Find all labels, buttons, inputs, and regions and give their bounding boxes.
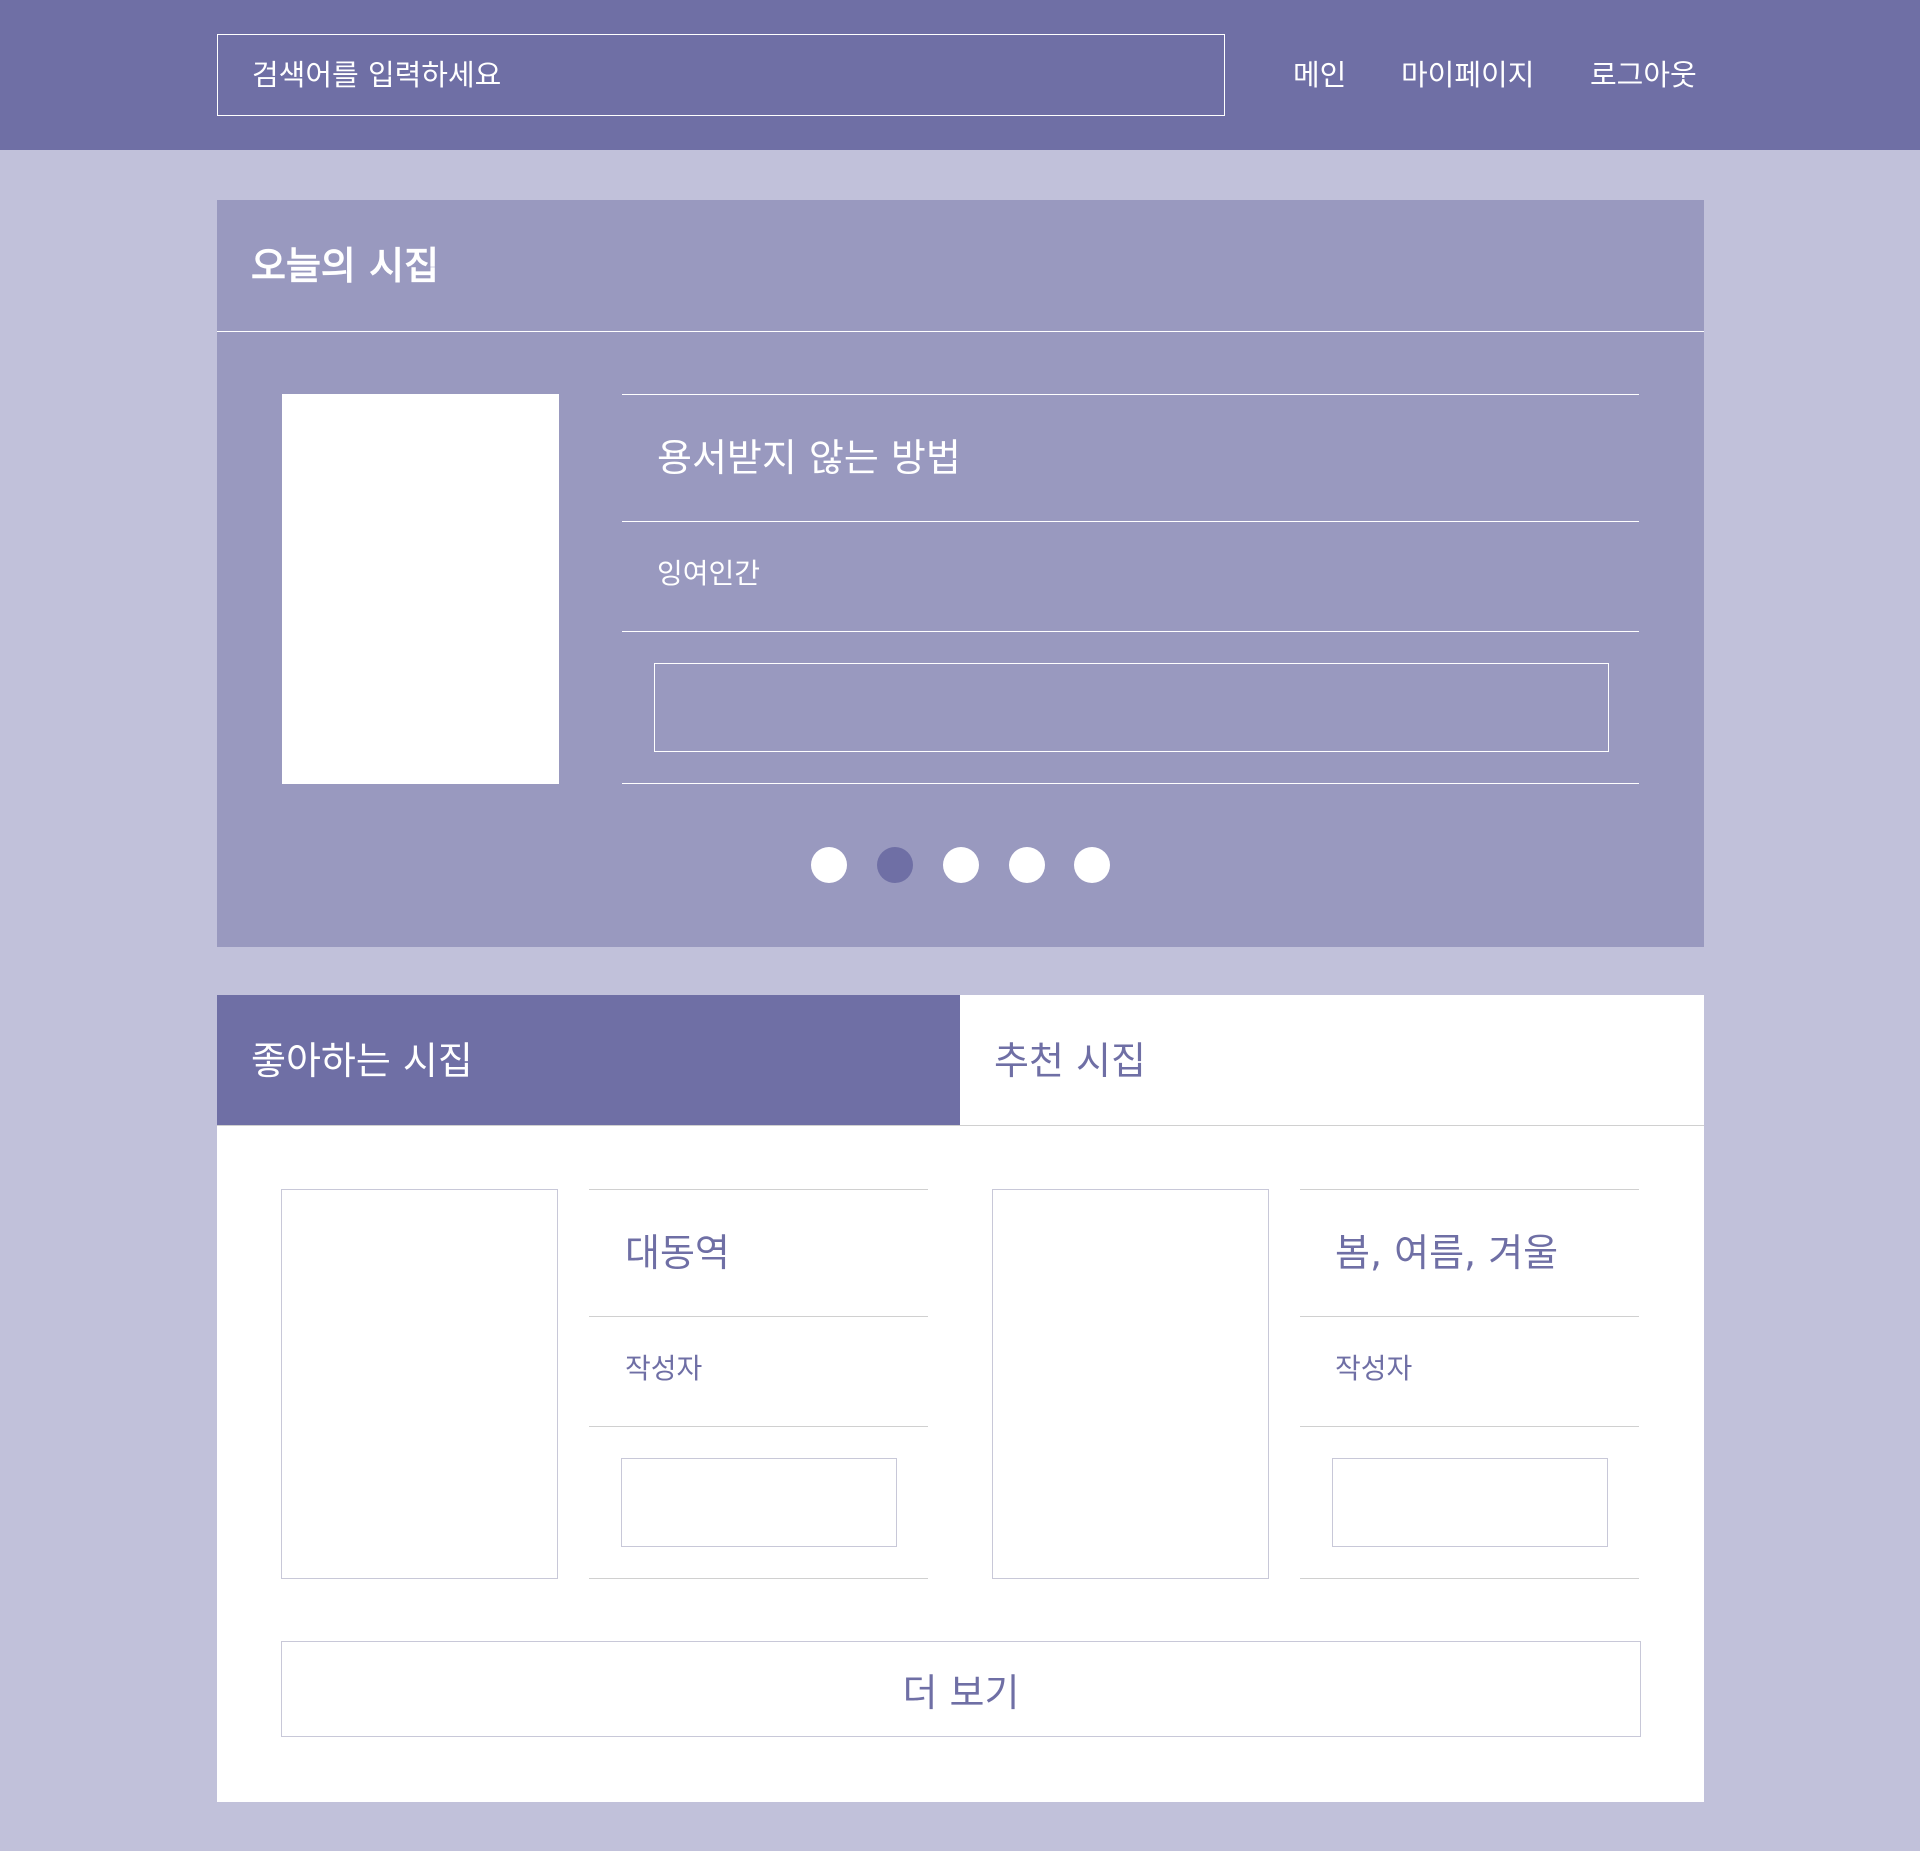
- tabs-divider: [217, 1125, 1704, 1126]
- divider: [622, 631, 1639, 632]
- tab-recommended-poems[interactable]: 추천 시집: [960, 995, 1704, 1125]
- nav-logout-link[interactable]: 로그아웃: [1590, 52, 1697, 98]
- poem-card-cover[interactable]: [992, 1189, 1269, 1579]
- today-poem-section: 오늘의 시집 용서받지 않는 방법 잉여인간: [217, 200, 1704, 947]
- poem-card-author: 작성자: [1335, 1352, 1413, 1385]
- poem-card-excerpt-box: [1332, 1458, 1608, 1547]
- divider: [589, 1578, 928, 1579]
- carousel-dot-3[interactable]: [943, 847, 979, 883]
- top-header: 메인 마이페이지 로그아웃: [0, 0, 1920, 150]
- today-poem-author: 잉여인간: [657, 557, 761, 590]
- divider: [1300, 1578, 1639, 1579]
- poem-card-title[interactable]: 대동역: [625, 1227, 730, 1279]
- nav-mypage-link[interactable]: 마이페이지: [1401, 52, 1534, 98]
- divider: [622, 783, 1639, 784]
- poem-card-cover[interactable]: [281, 1189, 558, 1579]
- nav-main-link[interactable]: 메인: [1293, 52, 1346, 98]
- tab-recommended-label: 추천 시집: [994, 1039, 1146, 1083]
- search-input[interactable]: [217, 34, 1225, 116]
- poem-card-title[interactable]: 봄, 여름, 겨울: [1335, 1227, 1558, 1279]
- poem-card-author: 작성자: [625, 1352, 703, 1385]
- today-poem-excerpt-box: [654, 663, 1609, 752]
- poem-card-excerpt-box: [621, 1458, 897, 1547]
- today-book-cover[interactable]: [282, 394, 559, 784]
- more-button[interactable]: 더 보기: [281, 1641, 1641, 1737]
- divider: [1300, 1189, 1639, 1190]
- divider: [622, 394, 1639, 395]
- tab-liked-label: 좋아하는 시집: [251, 1039, 473, 1083]
- carousel-dot-2[interactable]: [877, 847, 913, 883]
- carousel-dot-5[interactable]: [1074, 847, 1110, 883]
- tab-liked-poems[interactable]: 좋아하는 시집: [217, 995, 960, 1125]
- today-poem-title[interactable]: 용서받지 않는 방법: [657, 432, 961, 484]
- divider: [1300, 1316, 1639, 1317]
- divider: [622, 521, 1639, 522]
- carousel-dot-4[interactable]: [1009, 847, 1045, 883]
- divider: [589, 1189, 928, 1190]
- today-section-header: 오늘의 시집: [217, 200, 1704, 332]
- divider: [589, 1426, 928, 1427]
- poem-tabs-section: 좋아하는 시집 추천 시집 대동역 작성자 봄, 여름, 겨울 작성자 더 보기: [217, 995, 1704, 1802]
- divider: [1300, 1426, 1639, 1427]
- carousel-dot-1[interactable]: [811, 847, 847, 883]
- today-section-title: 오늘의 시집: [251, 244, 440, 288]
- divider: [589, 1316, 928, 1317]
